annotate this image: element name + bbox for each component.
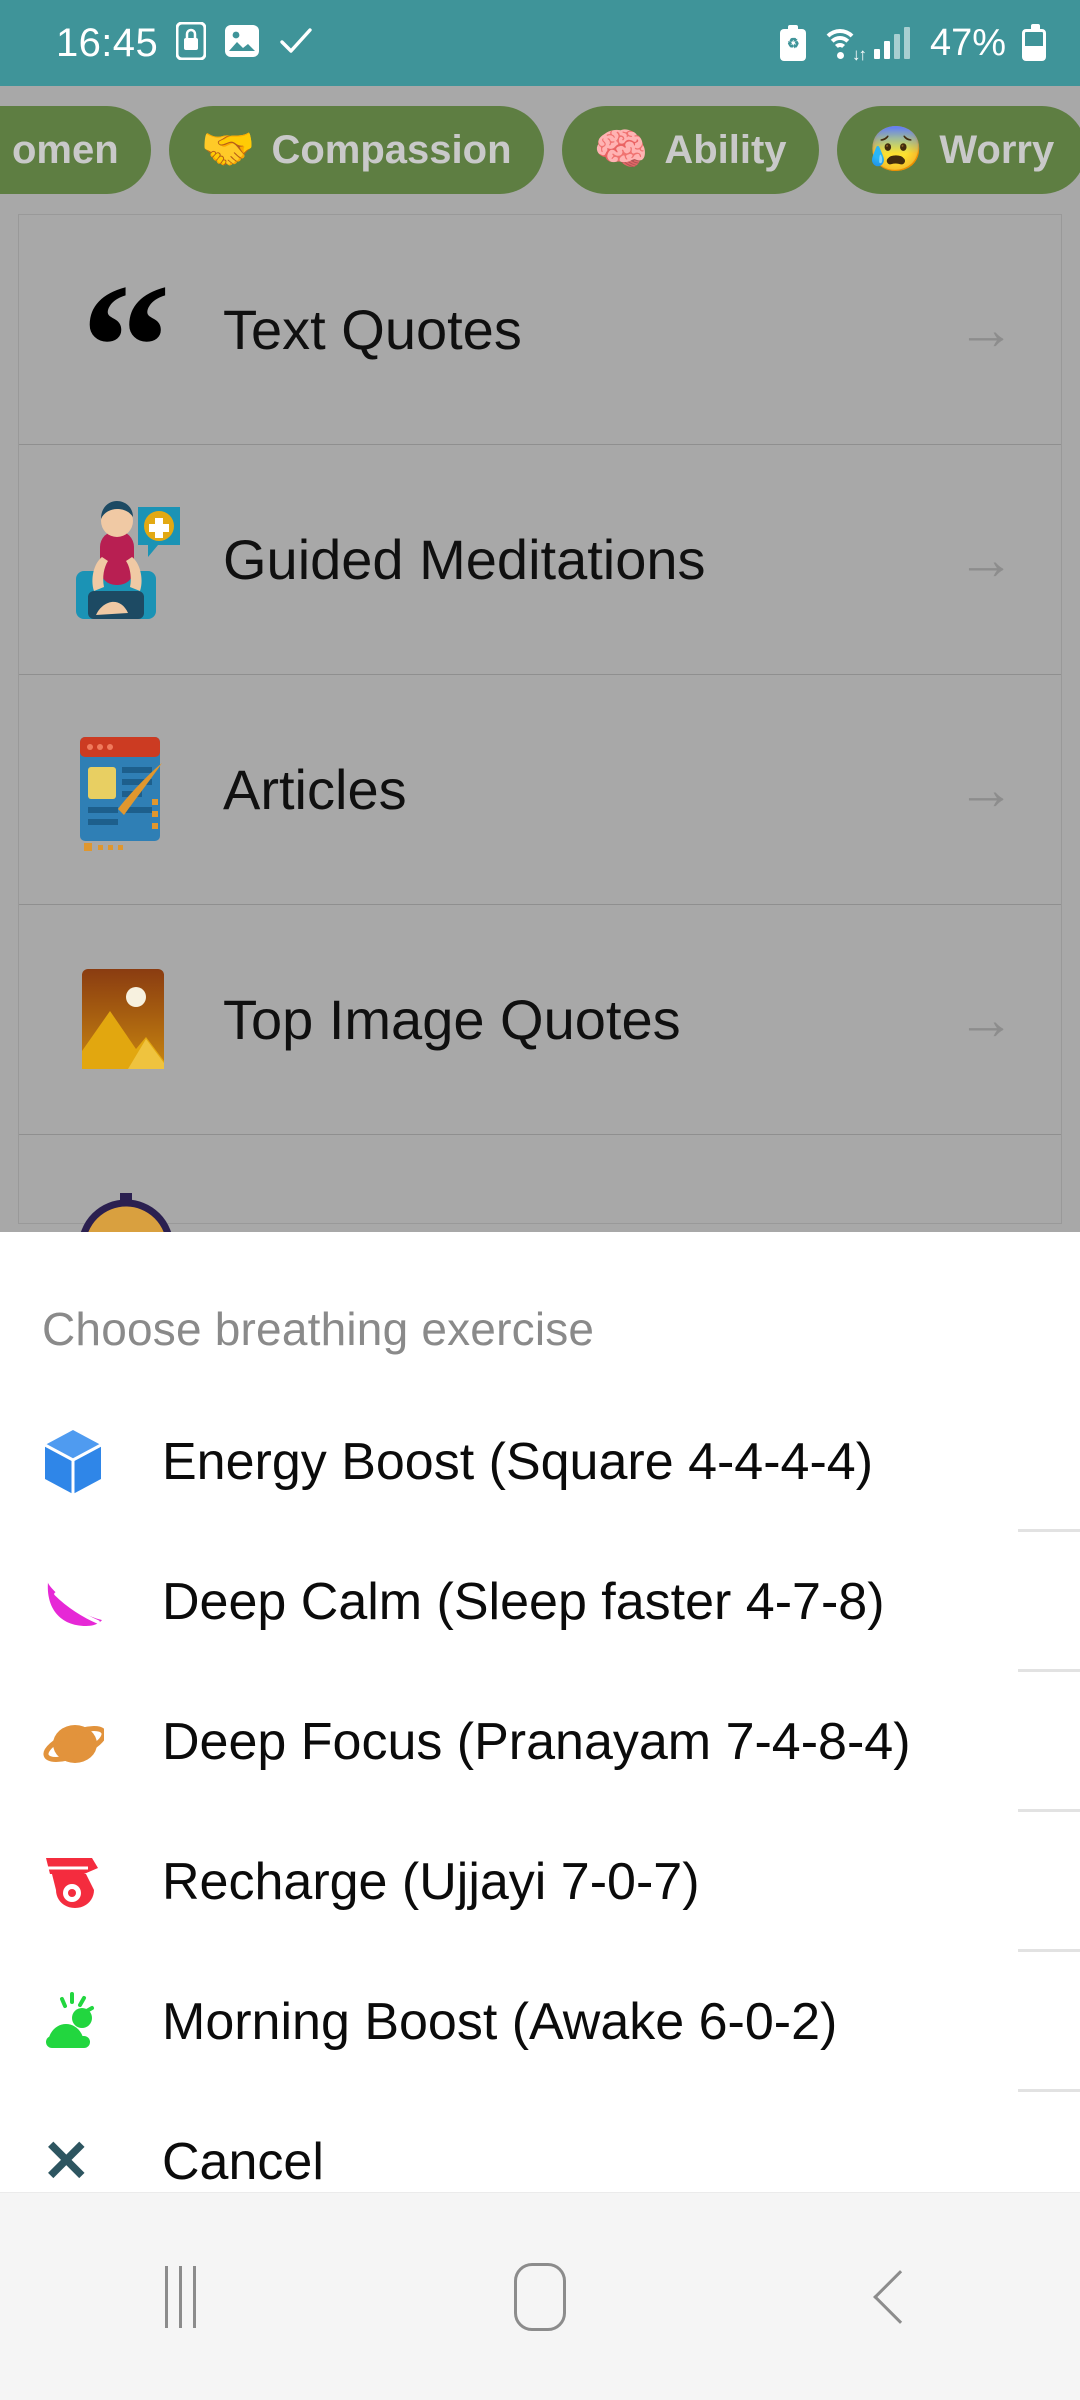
gallery-icon — [224, 24, 260, 63]
screen-lock-icon — [175, 21, 207, 65]
content-list: “ Text Quotes → Guided Meditations → Art… — [18, 214, 1062, 1232]
list-item-partial[interactable] — [19, 1135, 1061, 1232]
sunrise-icon — [42, 1988, 138, 2056]
home-button[interactable] — [460, 2237, 620, 2357]
sheet-title: Choose breathing exercise — [42, 1303, 595, 1355]
list-item-articles[interactable]: Articles → — [19, 675, 1061, 905]
status-bar: 16:45 ♻ ↓↑ 47% — [0, 0, 1080, 86]
option-label: Deep Calm (Sleep faster 4-7-8) — [162, 1573, 885, 1631]
back-icon — [873, 2269, 927, 2324]
handshake-icon: 🤝 — [200, 125, 256, 174]
planet-icon — [42, 1708, 138, 1776]
breathing-options-list: Energy Boost (Square 4-4-4-4) Deep Calm … — [0, 1392, 1080, 2232]
option-label: Recharge (Ujjayi 7-0-7) — [162, 1853, 700, 1911]
image-icon — [51, 955, 201, 1085]
option-label: Deep Focus (Pranayam 7-4-8-4) — [162, 1713, 911, 1771]
signal-icon — [873, 27, 910, 59]
meditation-icon — [51, 495, 201, 625]
system-navigation-bar — [0, 2192, 1080, 2400]
list-item-text-quotes[interactable]: “ Text Quotes → — [19, 215, 1061, 445]
option-deep-focus[interactable]: Deep Focus (Pranayam 7-4-8-4) — [0, 1672, 1080, 1812]
battery-icon — [1022, 24, 1046, 61]
chip-label: Worry — [939, 127, 1055, 172]
chip-worry[interactable]: 😰 Worry — [836, 106, 1080, 194]
chip-compassion[interactable]: 🤝 Compassion — [168, 106, 544, 194]
close-icon: ✕ — [42, 2129, 91, 2194]
app-background-scrim: omen 🤝 Compassion 🧠 Ability 😰 Worry “ Te… — [0, 86, 1080, 1232]
option-label: Energy Boost (Square 4-4-4-4) — [162, 1433, 874, 1491]
recents-icon — [164, 2265, 196, 2328]
chevron-right-icon: → — [957, 756, 1015, 822]
battery-percent-label: 47% — [929, 21, 1006, 64]
breathing-exercise-bottom-sheet: Choose breathing exercise Energy Boost (… — [0, 1232, 1080, 2232]
recents-button[interactable] — [100, 2237, 260, 2357]
category-chip-row[interactable]: omen 🤝 Compassion 🧠 Ability 😰 Worry — [0, 100, 1080, 200]
bell-icon — [51, 1185, 201, 1232]
battery-saver-icon: ♻ — [779, 25, 806, 61]
status-bar-right: ♻ ↓↑ 47% — [779, 21, 1046, 65]
leaf-icon — [42, 1568, 138, 1636]
chevron-right-icon: → — [957, 296, 1015, 362]
option-energy-boost[interactable]: Energy Boost (Square 4-4-4-4) — [0, 1392, 1080, 1532]
option-label: Cancel — [162, 2133, 324, 2191]
chip-label: omen — [12, 127, 119, 172]
list-item-top-image-quotes[interactable]: Top Image Quotes → — [19, 905, 1061, 1135]
list-item-label: Guided Meditations — [223, 528, 706, 591]
list-item-label: Top Image Quotes — [223, 988, 681, 1051]
worry-head-icon: 😰 — [868, 125, 924, 174]
whistle-icon — [42, 1848, 138, 1916]
status-bar-left: 16:45 — [56, 21, 314, 66]
list-item-guided-meditations[interactable]: Guided Meditations → — [19, 445, 1061, 675]
list-item-label: Text Quotes — [223, 298, 522, 361]
chip-label: Compassion — [271, 127, 512, 172]
chip-label: Ability — [664, 127, 787, 172]
option-label: Morning Boost (Awake 6-0-2) — [162, 1993, 838, 2051]
option-recharge[interactable]: Recharge (Ujjayi 7-0-7) — [0, 1812, 1080, 1952]
wifi-icon: ↓↑ — [820, 27, 867, 63]
option-morning-boost[interactable]: Morning Boost (Awake 6-0-2) — [0, 1952, 1080, 2092]
quote-icon: “ — [81, 246, 171, 446]
brain-icon: 🧠 — [593, 125, 649, 174]
cube-icon — [42, 1428, 138, 1496]
chip-women[interactable]: omen — [0, 106, 151, 194]
option-deep-calm[interactable]: Deep Calm (Sleep faster 4-7-8) — [0, 1532, 1080, 1672]
back-button[interactable] — [820, 2237, 980, 2357]
chip-ability[interactable]: 🧠 Ability — [561, 106, 819, 194]
chevron-right-icon: → — [957, 986, 1015, 1052]
article-icon — [51, 725, 201, 855]
check-icon — [278, 25, 314, 62]
list-item-label: Articles — [223, 758, 407, 821]
home-icon — [514, 2262, 566, 2331]
chevron-right-icon: → — [957, 526, 1015, 592]
status-clock: 16:45 — [56, 20, 159, 65]
